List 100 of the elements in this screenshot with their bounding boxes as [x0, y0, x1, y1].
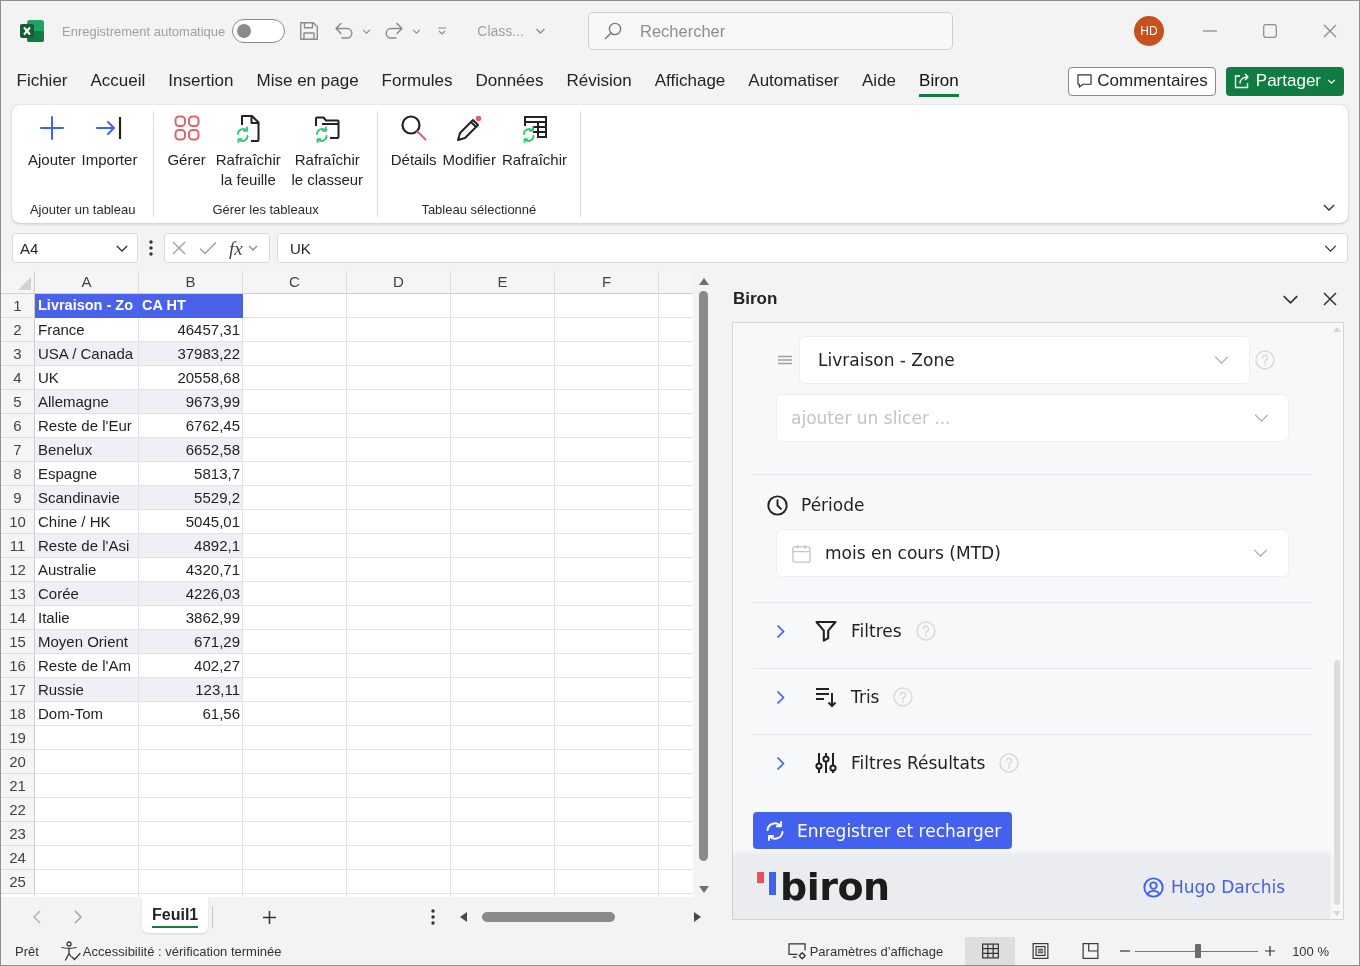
share-button[interactable]: Partager	[1225, 66, 1344, 96]
row-header[interactable]: 12	[1, 558, 35, 582]
ribbon-button[interactable]: Ajouter	[27, 114, 77, 170]
slicer-dropdown[interactable]: Livraison - Zone	[799, 336, 1250, 384]
row-header[interactable]: 2	[1, 318, 35, 342]
column-header[interactable]: C	[243, 271, 347, 294]
column-header[interactable]: B	[139, 271, 243, 294]
row-header[interactable]: 8	[1, 462, 35, 486]
maximize-icon[interactable]	[1263, 24, 1277, 38]
row-header[interactable]: 13	[1, 582, 35, 606]
scrollbar-thumb[interactable]	[1333, 660, 1340, 905]
row-header[interactable]: 5	[1, 390, 35, 414]
chevron-down-icon[interactable]	[1323, 204, 1335, 211]
minus-icon[interactable]	[1120, 950, 1131, 952]
ribbon-tab[interactable]: Mise en page	[256, 65, 359, 97]
row-header[interactable]: 25	[1, 870, 35, 894]
save-reload-button[interactable]: Enregistrer et recharger	[753, 812, 1012, 849]
chevron-right-icon[interactable]	[776, 755, 785, 771]
column-header[interactable]: F	[555, 271, 659, 294]
row-header[interactable]: 21	[1, 774, 35, 798]
row-header[interactable]: 14	[1, 606, 35, 630]
period-dropdown[interactable]: mois en cours (MTD)	[776, 529, 1289, 577]
autosave-toggle[interactable]	[232, 19, 286, 43]
row-header[interactable]: 10	[1, 510, 35, 534]
plus-icon[interactable]	[1265, 946, 1276, 956]
cell-grid[interactable]	[1, 271, 693, 897]
vertical-dots-icon[interactable]	[149, 240, 153, 256]
ribbon-button[interactable]: Rafraîchir	[500, 114, 568, 170]
caret-icon[interactable]	[362, 28, 372, 34]
row-header[interactable]: 11	[1, 534, 35, 558]
scroll-right-icon[interactable]	[694, 912, 702, 922]
row-header[interactable]: 24	[1, 846, 35, 870]
scrollbar-thumb[interactable]	[482, 912, 616, 922]
ribbon-tab[interactable]: Accueil	[90, 65, 146, 97]
row-header[interactable]: 3	[1, 342, 35, 366]
save-icon[interactable]	[299, 21, 320, 41]
view-button[interactable]	[965, 937, 1016, 965]
vertical-dots-icon[interactable]	[431, 909, 436, 925]
drag-handle-icon[interactable]	[778, 355, 792, 365]
column-header[interactable]: A	[35, 271, 139, 294]
comments-button[interactable]: Commentaires	[1068, 66, 1216, 96]
cancel-icon[interactable]	[172, 241, 186, 255]
ribbon-button[interactable]: Importer	[80, 114, 139, 170]
row-header[interactable]: 23	[1, 822, 35, 846]
row-header[interactable]: 6	[1, 414, 35, 438]
column-header[interactable]: E	[451, 271, 555, 294]
undo-icon[interactable]	[334, 22, 355, 40]
ribbon-tab[interactable]: Aide	[862, 65, 897, 97]
row-header[interactable]: 22	[1, 798, 35, 822]
display-settings-button[interactable]: Paramètres d’affichage	[787, 937, 944, 965]
overflow-caret-icon[interactable]	[437, 27, 448, 35]
sheet-tab[interactable]: Feuil1	[142, 897, 209, 933]
ribbon-button[interactable]: Gérer	[166, 114, 207, 170]
row-header[interactable]: 16	[1, 654, 35, 678]
section-title[interactable]: Filtres Résultats	[851, 753, 986, 773]
ribbon-tab[interactable]: Fichier	[16, 65, 68, 97]
row-header[interactable]: 4	[1, 366, 35, 390]
formula-field[interactable]: UK	[277, 233, 1348, 263]
slicer-dropdown[interactable]: ajouter un slicer ...	[776, 394, 1289, 442]
scroll-up-icon[interactable]	[698, 278, 709, 285]
row-header[interactable]: 9	[1, 486, 35, 510]
insert-function-button[interactable]: fx	[229, 238, 243, 258]
ribbon-tab[interactable]: Insertion	[168, 65, 234, 97]
scrollbar-thumb[interactable]	[699, 291, 708, 861]
ribbon-tab[interactable]: Biron	[919, 65, 959, 97]
check-icon[interactable]	[199, 241, 217, 255]
row-header[interactable]: 20	[1, 750, 35, 774]
column-header[interactable]: D	[347, 271, 451, 294]
user-avatar[interactable]: HD	[1134, 16, 1164, 46]
name-box[interactable]: A4	[12, 233, 138, 263]
chevron-down-icon[interactable]	[1324, 244, 1337, 252]
ribbon-button[interactable]: Modifier	[441, 114, 497, 170]
chevron-right-icon[interactable]	[74, 910, 82, 924]
chevron-right-icon[interactable]	[776, 623, 785, 639]
ribbon-button[interactable]: Détails	[389, 114, 438, 170]
ribbon-button[interactable]: Rafraîchir le classeur	[289, 114, 365, 190]
scroll-down-icon[interactable]	[698, 886, 709, 893]
ribbon-button[interactable]: Rafraîchir la feuille	[210, 114, 286, 190]
ribbon-tab[interactable]: Automatiser	[748, 65, 839, 97]
section-title[interactable]: Filtres	[851, 621, 902, 641]
slider-thumb[interactable]	[1194, 944, 1201, 958]
plus-icon[interactable]	[262, 909, 278, 925]
section-title[interactable]: Tris	[851, 687, 880, 707]
ribbon-tab[interactable]: Révision	[566, 65, 632, 97]
row-header[interactable]: 7	[1, 438, 35, 462]
ribbon-tab[interactable]: Affichage	[654, 65, 726, 97]
row-header[interactable]: 17	[1, 678, 35, 702]
caret-icon[interactable]	[247, 245, 258, 251]
ribbon-tab[interactable]: Données	[475, 65, 544, 97]
chevron-right-icon[interactable]	[776, 689, 785, 705]
row-header[interactable]: 18	[1, 702, 35, 726]
user-link[interactable]: Hugo Darchis	[1143, 876, 1285, 898]
scroll-left-icon[interactable]	[460, 912, 468, 922]
status-text[interactable]: Accessibilité : vérification terminée	[82, 943, 282, 959]
zoom-level[interactable]: 100 %	[1292, 943, 1329, 959]
close-icon[interactable]	[1323, 292, 1337, 306]
search-field[interactable]: Rechercher	[588, 12, 953, 50]
row-header[interactable]: 1	[1, 294, 35, 318]
caret-icon[interactable]	[412, 28, 422, 34]
chevron-down-icon[interactable]	[1282, 294, 1299, 304]
